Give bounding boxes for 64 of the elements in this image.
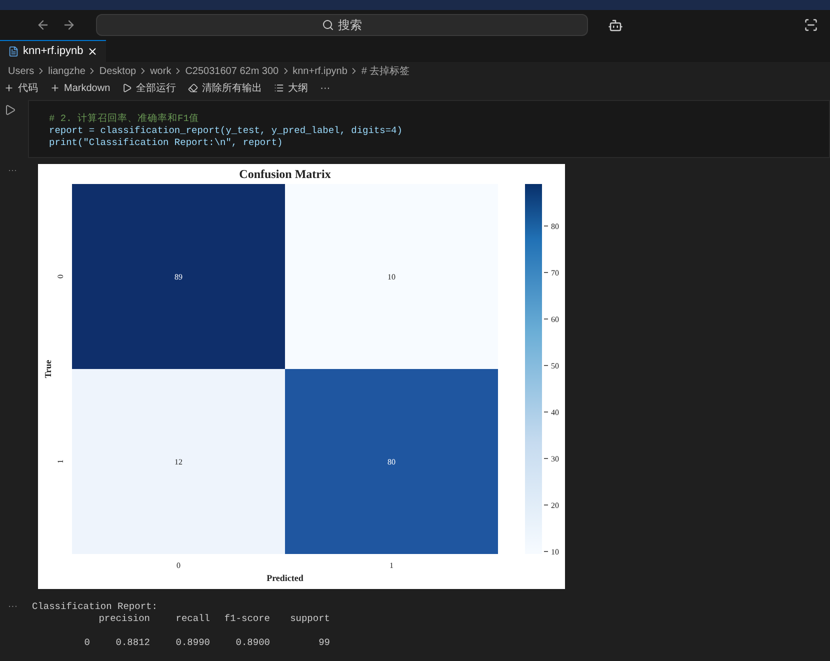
breadcrumb-item[interactable]: Users (8, 64, 34, 78)
colorbar-tick-label: 80 (551, 222, 559, 231)
cell-value: 80 (388, 458, 396, 466)
toolbar-button[interactable]: 代码 (4, 80, 38, 96)
breadcrumb-item[interactable]: liangzhe (48, 64, 86, 78)
report-column-header: recall (174, 613, 210, 625)
notebook-icon (8, 46, 19, 57)
report-column-header: support (289, 613, 330, 625)
toolbar-button[interactable]: Markdown (50, 80, 110, 96)
breadcrumb-item[interactable]: work (150, 64, 172, 78)
y-tick-label: 0 (56, 274, 65, 278)
toolbar-icon (188, 83, 198, 93)
report-cell-text: 99 (318, 637, 330, 649)
back-icon[interactable] (36, 18, 50, 32)
code-line: # 2. 计算召回率、准确率和F1值 (49, 113, 200, 125)
cell-value: 10 (388, 272, 396, 282)
run-cell-icon[interactable] (4, 104, 16, 116)
code-line: report = classification_report(y_test, y_pred_label, digits=4) (49, 125, 404, 137)
toolbar-icon (50, 83, 60, 93)
output-marker[interactable]: ··· (0, 601, 32, 649)
x-tick-label: 0 (176, 561, 180, 570)
search-icon (322, 19, 334, 31)
chart-title: Confusion Matrix (239, 167, 331, 181)
report-cell-text: 0.8812 (114, 637, 150, 649)
toolbar-button[interactable]: 清除所有输出 (188, 80, 262, 96)
breadcrumb-item[interactable]: # 去掉标签 (361, 64, 410, 78)
report-column-header: precision (98, 613, 150, 625)
report-column-header: f1-score (223, 613, 270, 625)
editor-tab[interactable]: knn+rf.ipynb (0, 40, 106, 62)
colorbar-tick-label: 10 (551, 548, 559, 556)
colorbar-tick-label: 30 (551, 454, 559, 464)
report-cell-text: 0.8990 (174, 637, 210, 649)
y-axis-label: True (43, 360, 53, 378)
colorbar-tick-label: 20 (551, 501, 559, 510)
toolbar-button[interactable]: 大纲 (274, 80, 308, 96)
colorbar-tick-label: 50 (551, 362, 559, 370)
toolbar-icon (4, 83, 14, 93)
code-line: print("Classification Report:\n", report) (49, 137, 284, 149)
cell-value: 89 (174, 272, 182, 282)
toolbar-button[interactable]: 全部运行 (122, 80, 176, 96)
copilot-icon[interactable] (608, 18, 623, 32)
breadcrumb-item[interactable]: Desktop (99, 64, 136, 78)
x-axis-label: Predicted (266, 573, 304, 583)
report-cell-text: 0.8900 (234, 637, 270, 649)
toolbar-icon (122, 83, 132, 93)
breadcrumb-item[interactable]: knn+rf.ipynb (292, 64, 348, 78)
x-tick-label: 1 (390, 561, 394, 570)
forward-icon[interactable] (62, 18, 76, 32)
cell-value: 12 (174, 458, 182, 466)
output-marker[interactable]: ··· (0, 164, 38, 589)
toolbar-icon (274, 83, 284, 93)
breadcrumb-item[interactable]: C25031607 62m 300 (185, 64, 279, 78)
search-label: 搜索 (338, 17, 362, 34)
screenshot-icon[interactable] (804, 18, 818, 32)
report-heading: Classification Report: (32, 601, 158, 613)
colorbar-tick-label: 40 (551, 408, 559, 417)
toolbar-button[interactable]: ··· (320, 80, 330, 96)
code-cell[interactable]: # 2. 计算召回率、准确率和F1值 report = classification_report(y_test, y_pred_label, digits=4) print("Classification Report:\n", report) (28, 100, 830, 158)
report-cell-text: 0 (83, 637, 90, 649)
colorbar-tick-label: 60 (551, 315, 559, 324)
search-field[interactable]: 搜索 (96, 14, 588, 36)
colorbar-tick-label: 70 (551, 268, 559, 278)
y-tick-label: 1 (56, 460, 65, 464)
close-icon[interactable] (87, 46, 98, 57)
